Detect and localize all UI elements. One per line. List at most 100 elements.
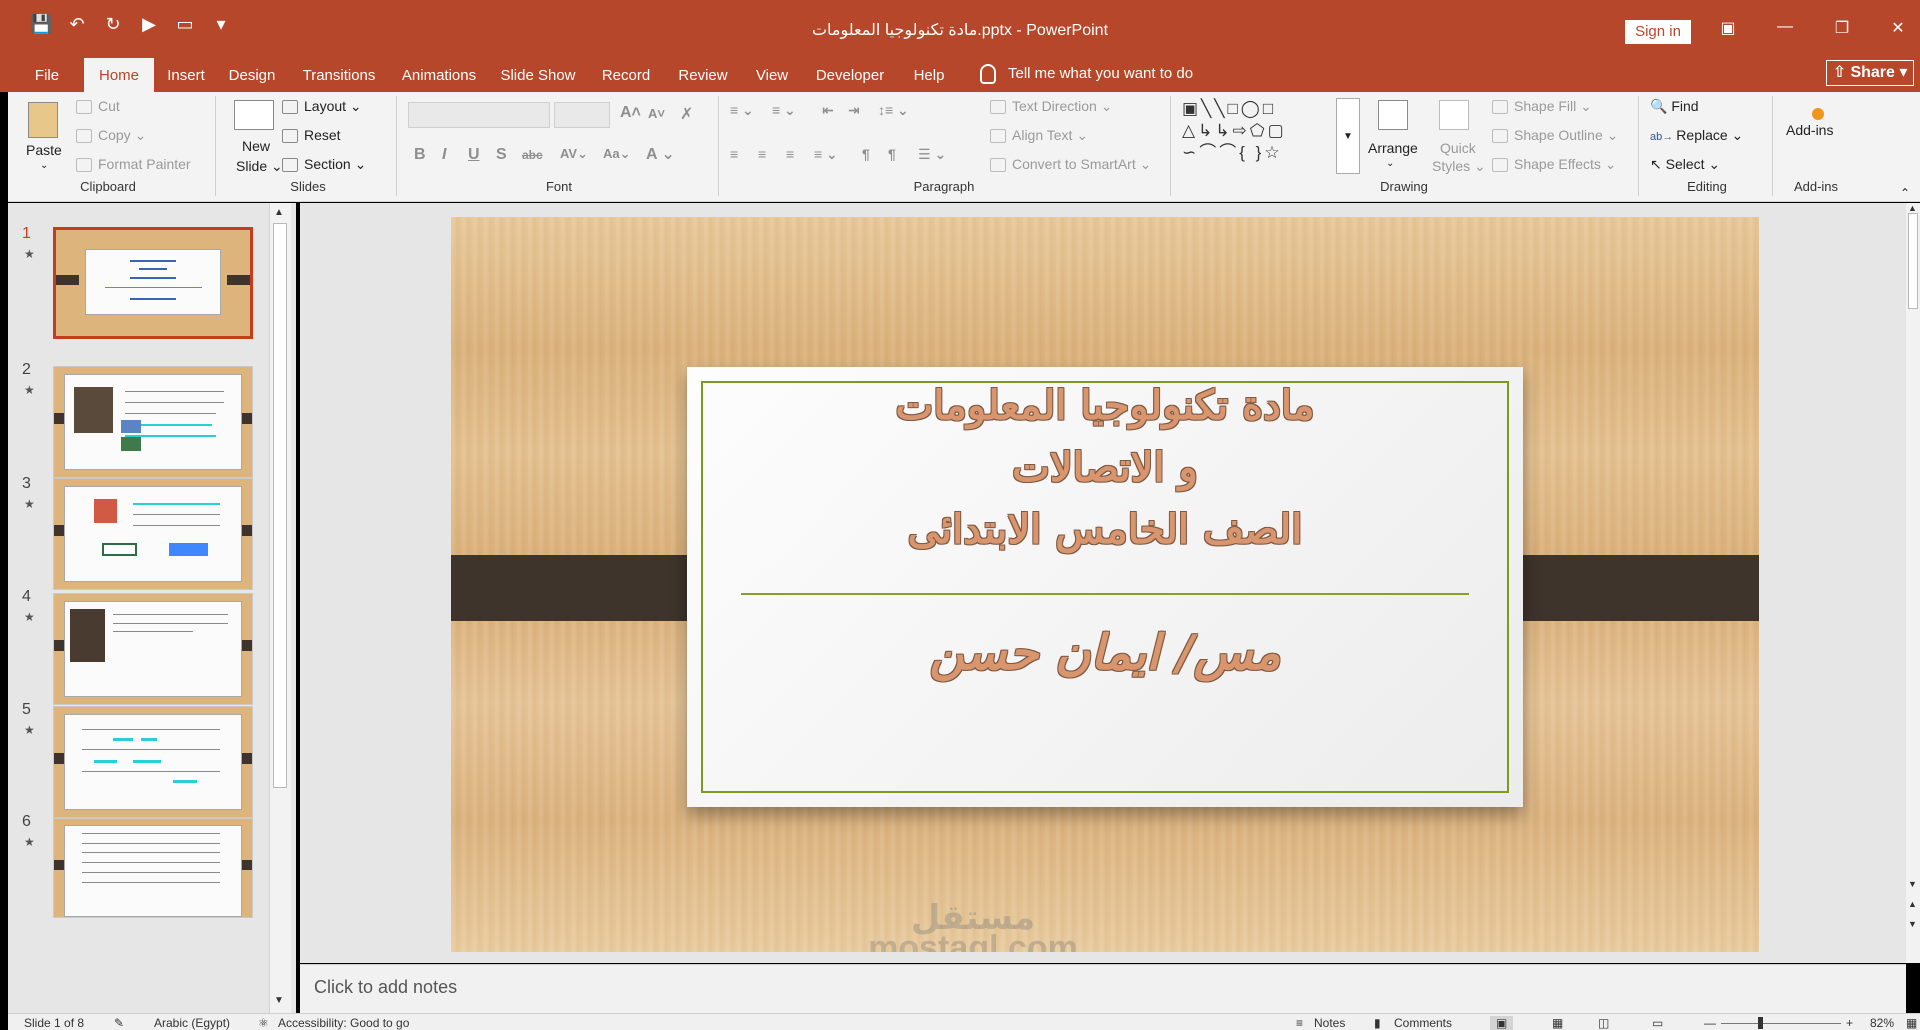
slide-thumbnail-1[interactable]	[53, 227, 253, 339]
thumbnail-scrollbar-thumb[interactable]	[273, 223, 287, 788]
copy-button[interactable]: Copy ⌄	[76, 127, 146, 144]
next-slide-icon[interactable]: ▼	[1908, 919, 1917, 929]
ltr-direction-icon[interactable]: ¶	[862, 146, 870, 162]
decrease-font-size-icon[interactable]: A˅	[648, 106, 665, 121]
change-case-icon[interactable]: Aa⌄	[603, 146, 631, 162]
clear-formatting-icon[interactable]: ✗	[680, 104, 693, 124]
replace-button[interactable]: ab→ Replace ⌄	[1650, 127, 1743, 144]
align-center-icon[interactable]: ≡	[758, 146, 766, 162]
previous-slide-icon[interactable]: ▲	[1908, 899, 1917, 909]
increase-indent-icon[interactable]: ⇥	[848, 102, 860, 119]
share-button[interactable]: ⇧ Share ▾	[1826, 60, 1914, 86]
columns-icon[interactable]: ☰ ⌄	[918, 146, 946, 163]
slide-thumbnail-4[interactable]	[53, 593, 253, 705]
cut-button[interactable]: Cut	[76, 98, 120, 115]
paste-dropdown-icon[interactable]: ⌄	[40, 160, 48, 171]
slide-show-icon[interactable]: ▭	[1652, 1016, 1663, 1030]
tab-review[interactable]: Review	[670, 58, 736, 92]
decrease-indent-icon[interactable]: ⇤	[822, 102, 834, 119]
editor-scrollbar[interactable]: ▲ ▼ ▲ ▼	[1906, 203, 1920, 963]
justify-icon[interactable]: ≡ ⌄	[814, 146, 838, 163]
reset-button[interactable]: Reset	[282, 127, 341, 144]
slide-thumbnail-2[interactable]	[53, 366, 253, 478]
font-name-combo[interactable]	[408, 102, 550, 128]
new-slide-label-2[interactable]: Slide ⌄	[236, 158, 283, 175]
text-direction-button[interactable]: Text Direction ⌄	[990, 98, 1112, 115]
close-icon[interactable]: ✕	[1883, 18, 1913, 38]
slide-canvas[interactable]: مادة تكنولوجيا المعلومات و الاتصالات الص…	[451, 217, 1759, 952]
increase-font-size-icon[interactable]: A˄	[620, 104, 641, 122]
slide-title[interactable]: مادة تكنولوجيا المعلومات و الاتصالات الص…	[747, 375, 1463, 561]
reading-view-icon[interactable]: ◫	[1598, 1016, 1609, 1030]
language-indicator[interactable]: Arabic (Egypt)	[154, 1016, 230, 1030]
tab-view[interactable]: View	[748, 58, 796, 92]
sign-in-button[interactable]: Sign in	[1625, 20, 1691, 44]
tab-insert[interactable]: Insert	[160, 58, 212, 92]
tab-design[interactable]: Design	[222, 58, 282, 92]
section-button[interactable]: Section ⌄	[282, 156, 366, 173]
zoom-slider[interactable]	[1721, 1023, 1841, 1024]
scroll-down-arrow-icon[interactable]: ▼	[274, 995, 284, 1006]
arrange-icon[interactable]	[1378, 100, 1408, 130]
numbering-icon[interactable]: ≡ ⌄	[772, 102, 796, 119]
align-text-button[interactable]: Align Text ⌄	[990, 127, 1088, 144]
zoom-level[interactable]: 82%	[1870, 1016, 1894, 1030]
quick-styles-label-1[interactable]: Quick	[1440, 140, 1476, 156]
zoom-in-icon[interactable]: +	[1846, 1016, 1853, 1030]
format-painter-button[interactable]: Format Painter	[76, 156, 191, 173]
fit-to-window-icon[interactable]: ▦	[1906, 1016, 1917, 1030]
font-size-combo[interactable]	[554, 102, 610, 128]
paste-button[interactable]: Paste	[26, 142, 62, 158]
align-left-icon[interactable]: ≡	[730, 146, 738, 162]
accessibility-status[interactable]: Accessibility: Good to go	[278, 1016, 409, 1030]
bold-icon[interactable]: B	[414, 146, 426, 164]
tab-file[interactable]: File	[22, 58, 72, 92]
arrange-dropdown-icon[interactable]: ⌄	[1386, 158, 1394, 169]
italic-icon[interactable]: I	[442, 146, 446, 164]
tab-transitions[interactable]: Transitions	[295, 58, 383, 92]
notes-button[interactable]: Notes	[1314, 1016, 1345, 1030]
shapes-gallery[interactable]: ▣╲╲□◯□ △↳↳⇨⬠▢ ∽⌒⌒{ }☆	[1182, 98, 1332, 164]
addins-button[interactable]: Add-ins	[1786, 122, 1833, 138]
shape-effects-button[interactable]: Shape Effects ⌄	[1492, 156, 1617, 173]
character-spacing-icon[interactable]: AV⌄	[560, 146, 588, 162]
select-button[interactable]: ↖ Select ⌄	[1650, 156, 1720, 173]
zoom-out-icon[interactable]: —	[1704, 1016, 1716, 1030]
ribbon-display-options-icon[interactable]: ▣	[1713, 18, 1743, 38]
convert-to-smartart-button[interactable]: Convert to SmartArt ⌄	[990, 156, 1151, 173]
arrange-button[interactable]: Arrange	[1368, 140, 1418, 156]
maximize-icon[interactable]: ❐	[1827, 18, 1857, 38]
slide-thumbnail-3[interactable]	[53, 478, 253, 590]
find-button[interactable]: 🔍 Find	[1650, 98, 1699, 115]
notes-pane[interactable]: Click to add notes	[300, 964, 1906, 1013]
scroll-up-arrow-icon[interactable]: ▲	[274, 207, 284, 218]
scroll-down-arrow-icon[interactable]: ▼	[1908, 879, 1917, 889]
shape-fill-button[interactable]: Shape Fill ⌄	[1492, 98, 1592, 115]
tab-developer[interactable]: Developer	[808, 58, 892, 92]
title-card[interactable]: مادة تكنولوجيا المعلومات و الاتصالات الص…	[687, 367, 1523, 807]
normal-view-icon[interactable]: ▣	[1490, 1016, 1514, 1030]
thumbnail-scrollbar[interactable]: ▲ ▼	[269, 203, 291, 1013]
shadow-icon[interactable]: S	[496, 146, 507, 164]
slide-sorter-icon[interactable]: ▦	[1552, 1016, 1563, 1030]
tab-record[interactable]: Record	[594, 58, 658, 92]
spellcheck-icon[interactable]: ✎	[114, 1016, 124, 1030]
tell-me-search[interactable]: Tell me what you want to do	[980, 64, 1193, 84]
zoom-slider-handle[interactable]	[1758, 1017, 1763, 1029]
align-right-icon[interactable]: ≡	[786, 146, 794, 162]
notes-placeholder[interactable]: Click to add notes	[314, 977, 457, 998]
shape-outline-button[interactable]: Shape Outline ⌄	[1492, 127, 1618, 144]
new-slide-label-1[interactable]: New	[242, 138, 270, 154]
addins-icon[interactable]	[1812, 108, 1824, 120]
line-spacing-icon[interactable]: ↕≡ ⌄	[878, 102, 909, 119]
shapes-gallery-more-icon[interactable]: ▼	[1336, 98, 1360, 174]
strikethrough-icon[interactable]: abc	[522, 148, 543, 162]
tab-slide-show[interactable]: Slide Show	[495, 58, 581, 92]
layout-button[interactable]: Layout ⌄	[282, 98, 362, 115]
tab-home[interactable]: Home	[84, 58, 154, 92]
minimize-icon[interactable]: —	[1770, 18, 1800, 36]
slide-subtitle[interactable]: مس/ ايمان حسن	[747, 625, 1463, 681]
collapse-ribbon-icon[interactable]: ⌃	[1900, 186, 1910, 200]
underline-icon[interactable]: U	[468, 146, 480, 164]
slide-thumbnail-6[interactable]	[53, 818, 253, 918]
